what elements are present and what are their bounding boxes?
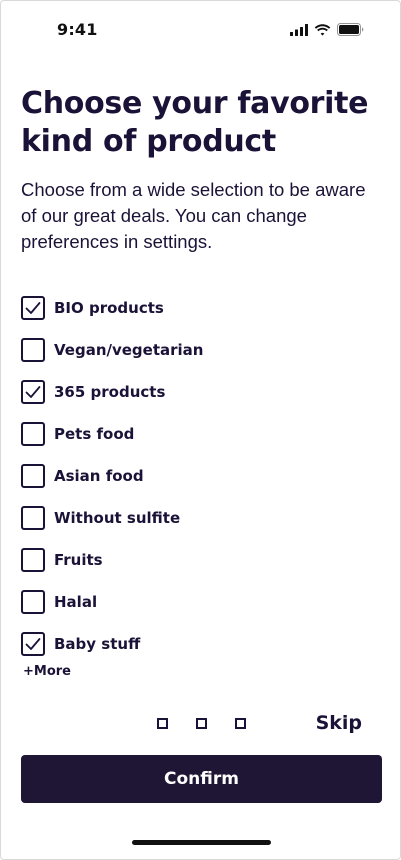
checkbox[interactable] — [21, 632, 45, 656]
option-label: BIO products — [54, 299, 164, 317]
option-label: Asian food — [54, 467, 144, 485]
option-halal[interactable]: Halal — [21, 581, 361, 623]
option-label: Without sulfite — [54, 509, 181, 527]
wifi-icon — [314, 23, 331, 36]
option-label: Baby stuff — [54, 635, 141, 653]
checkbox[interactable] — [21, 464, 45, 488]
page-indicator — [157, 718, 246, 729]
option-label: Fruits — [54, 551, 103, 569]
product-options-list: BIO products Vegan/vegetarian 365 produc… — [21, 287, 361, 665]
confirm-button[interactable]: Confirm — [21, 755, 382, 803]
option-baby-stuff[interactable]: Baby stuff — [21, 623, 361, 665]
option-pets-food[interactable]: Pets food — [21, 413, 361, 455]
checkbox[interactable] — [21, 506, 45, 530]
checkbox[interactable] — [21, 548, 45, 572]
checkmark-icon — [25, 302, 41, 314]
checkmark-icon — [25, 638, 41, 650]
checkbox[interactable] — [21, 338, 45, 362]
checkbox[interactable] — [21, 590, 45, 614]
phone-screen: 9:41 Choose your favorite kind of produc… — [0, 0, 401, 860]
option-vegan-vegetarian[interactable]: Vegan/vegetarian — [21, 329, 361, 371]
page-title: Choose your favorite kind of product — [21, 86, 369, 159]
option-bio-products[interactable]: BIO products — [21, 287, 361, 329]
skip-button[interactable]: Skip — [316, 712, 362, 734]
more-link[interactable]: +More — [23, 664, 71, 679]
checkbox[interactable] — [21, 422, 45, 446]
status-bar: 9:41 — [1, 1, 400, 57]
home-indicator — [132, 840, 271, 845]
page-subtitle: Choose from a wide selection to be aware… — [21, 179, 366, 252]
battery-icon — [337, 23, 364, 36]
status-icons — [290, 23, 364, 36]
option-label: Pets food — [54, 425, 135, 443]
option-without-sulfite[interactable]: Without sulfite — [21, 497, 361, 539]
option-label: 365 products — [54, 383, 166, 401]
checkbox[interactable] — [21, 296, 45, 320]
option-fruits[interactable]: Fruits — [21, 539, 361, 581]
status-time: 9:41 — [57, 20, 98, 39]
checkbox[interactable] — [21, 380, 45, 404]
checkmark-icon — [25, 386, 41, 398]
page-indicator-dot[interactable] — [235, 718, 246, 729]
page-indicator-dot[interactable] — [196, 718, 207, 729]
option-365-products[interactable]: 365 products — [21, 371, 361, 413]
option-label: Vegan/vegetarian — [54, 341, 204, 359]
page-indicator-dot[interactable] — [157, 718, 168, 729]
cellular-signal-icon — [290, 23, 308, 36]
option-label: Halal — [54, 593, 98, 611]
option-asian-food[interactable]: Asian food — [21, 455, 361, 497]
